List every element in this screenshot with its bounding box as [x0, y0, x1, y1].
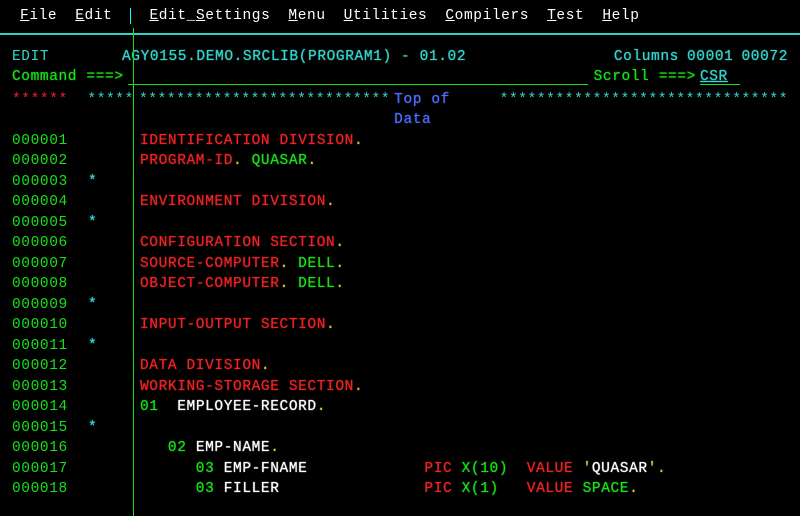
line-number[interactable]: 000009: [12, 295, 88, 316]
code-line[interactable]: 000002 PROGRAM-ID. QUASAR.: [0, 151, 800, 172]
code-line[interactable]: 000014 01 EMPLOYEE-RECORD.: [0, 397, 800, 418]
line-number[interactable]: 000011: [12, 336, 88, 357]
col-from: 00001: [679, 47, 734, 68]
line-number[interactable]: 000017: [12, 459, 88, 480]
line-number[interactable]: 000002: [12, 151, 88, 172]
code-line[interactable]: 000015*: [0, 418, 800, 439]
menu-separator: [130, 8, 131, 24]
line-number[interactable]: 000014: [12, 397, 88, 418]
menu-bar: File Edit Edit_Settings Menu Utilities C…: [0, 0, 800, 29]
menu-menu[interactable]: Menu: [288, 6, 325, 27]
menu-utilities[interactable]: Utilities: [344, 6, 428, 27]
line-number[interactable]: 000010: [12, 315, 88, 336]
line-number[interactable]: 000013: [12, 377, 88, 398]
menu-compilers[interactable]: Compilers: [445, 6, 529, 27]
code-text[interactable]: ENVIRONMENT DIVISION.: [140, 192, 788, 213]
code-line[interactable]: 000012 DATA DIVISION.: [0, 356, 800, 377]
code-line[interactable]: 000005*: [0, 213, 800, 234]
code-line[interactable]: 000016 02 EMP-NAME.: [0, 438, 800, 459]
menu-underline: [0, 33, 800, 35]
command-input[interactable]: [128, 67, 588, 85]
mode-label: EDIT: [12, 47, 74, 68]
line-number[interactable]: 000012: [12, 356, 88, 377]
code-text[interactable]: IDENTIFICATION DIVISION.: [140, 131, 788, 152]
code-line[interactable]: 000007 SOURCE-COMPUTER. DELL.: [0, 254, 800, 275]
code-line[interactable]: 000009*: [0, 295, 800, 316]
menu-edit[interactable]: Edit: [75, 6, 112, 27]
code-text[interactable]: 03 EMP-FNAMEPIC X(10) VALUE 'QUASAR'.: [140, 459, 788, 480]
comment-star: *: [88, 174, 97, 190]
comment-star: *: [88, 297, 97, 313]
tod-label: Top of Data: [390, 90, 500, 131]
line-number[interactable]: 000018: [12, 479, 88, 500]
tod-stars-mid-r: *******************************: [500, 90, 788, 131]
code-text[interactable]: DATA DIVISION.: [140, 356, 788, 377]
line-number[interactable]: 000008: [12, 274, 88, 295]
code-line[interactable]: 000006 CONFIGURATION SECTION.: [0, 233, 800, 254]
col-to: 00072: [733, 47, 788, 68]
code-text[interactable]: INPUT-OUTPUT SECTION.: [140, 315, 788, 336]
line-number[interactable]: 000007: [12, 254, 88, 275]
command-label: Command ===>: [12, 67, 124, 88]
code-text[interactable]: [140, 418, 788, 439]
code-line[interactable]: 000001 IDENTIFICATION DIVISION.: [0, 131, 800, 152]
code-line[interactable]: 000018 03 FILLERPIC X(1) VALUE SPACE.: [0, 479, 800, 500]
code-text[interactable]: 02 EMP-NAME.: [140, 438, 788, 459]
status-row: EDIT AGY0155.DEMO.SRCLIB(PROGRAM1) - 01.…: [0, 47, 800, 68]
code-line[interactable]: 000008 OBJECT-COMPUTER. DELL.: [0, 274, 800, 295]
menu-edit-settings[interactable]: Edit_Settings: [149, 6, 270, 27]
columns-label: Columns: [614, 47, 679, 68]
tod-stars-left: ******: [12, 90, 87, 131]
line-number[interactable]: 000001: [12, 131, 88, 152]
menu-help[interactable]: Help: [602, 6, 639, 27]
code-text[interactable]: [140, 172, 788, 193]
code-line[interactable]: 000017 03 EMP-FNAMEPIC X(10) VALUE 'QUAS…: [0, 459, 800, 480]
code-text[interactable]: [140, 213, 788, 234]
code-text[interactable]: CONFIGURATION SECTION.: [140, 233, 788, 254]
scroll-label: Scroll ===>: [594, 67, 696, 88]
code-text[interactable]: 01 EMPLOYEE-RECORD.: [140, 397, 788, 418]
comment-star: *: [88, 420, 97, 436]
code-line[interactable]: 000013 WORKING-STORAGE SECTION.: [0, 377, 800, 398]
editor-body[interactable]: ****** * * * * * ***************************…: [0, 90, 800, 500]
code-text[interactable]: 03 FILLERPIC X(1) VALUE SPACE.: [140, 479, 788, 500]
menu-test[interactable]: Test: [547, 6, 584, 27]
code-line[interactable]: 000004 ENVIRONMENT DIVISION.: [0, 192, 800, 213]
code-line[interactable]: 000010 INPUT-OUTPUT SECTION.: [0, 315, 800, 336]
code-text[interactable]: PROGRAM-ID. QUASAR.: [140, 151, 788, 172]
comment-star: *: [88, 338, 97, 354]
menu-file[interactable]: File: [20, 6, 57, 27]
scroll-input[interactable]: CSR: [700, 67, 740, 85]
line-number[interactable]: 000004: [12, 192, 88, 213]
comment-star: *: [88, 215, 97, 231]
code-text[interactable]: OBJECT-COMPUTER. DELL.: [140, 274, 788, 295]
dataset-name: AGY0155.DEMO.SRCLIB(PROGRAM1) - 01.02: [74, 47, 614, 68]
tod-stars-mid-l: ***************************: [139, 90, 390, 131]
line-number[interactable]: 000016: [12, 438, 88, 459]
command-row: Command ===> Scroll ===> CSR: [0, 67, 800, 88]
code-text[interactable]: [140, 336, 788, 357]
line-number[interactable]: 000015: [12, 418, 88, 439]
code-line[interactable]: 000003*: [0, 172, 800, 193]
line-number[interactable]: 000006: [12, 233, 88, 254]
code-line[interactable]: 000011*: [0, 336, 800, 357]
code-text[interactable]: [140, 295, 788, 316]
code-text[interactable]: SOURCE-COMPUTER. DELL.: [140, 254, 788, 275]
line-number[interactable]: 000003: [12, 172, 88, 193]
code-text[interactable]: WORKING-STORAGE SECTION.: [140, 377, 788, 398]
top-of-data-row: ****** ***** ***************************…: [0, 90, 800, 131]
line-number[interactable]: 000005: [12, 213, 88, 234]
